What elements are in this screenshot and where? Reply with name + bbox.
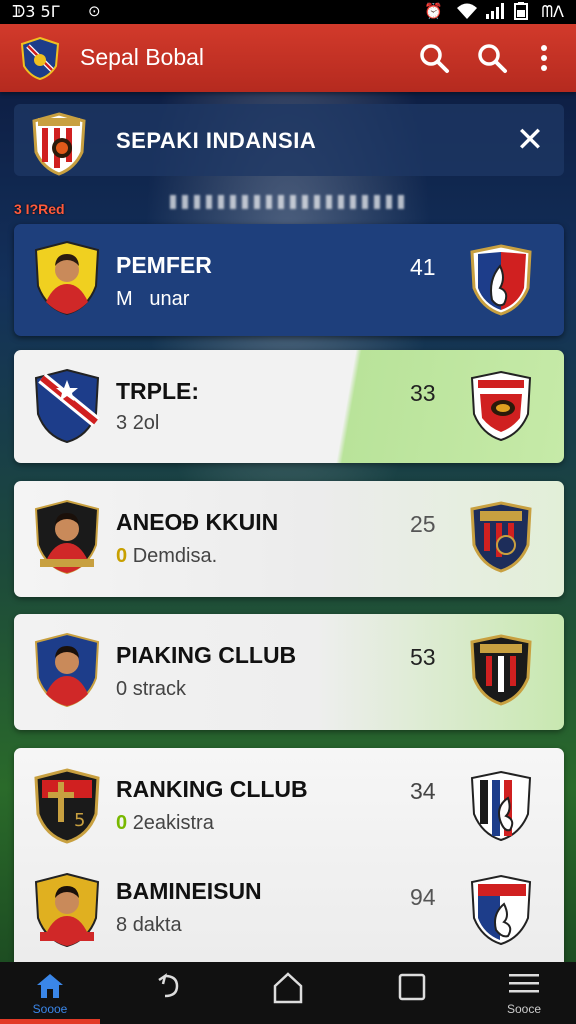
club-score: 33 [410,380,436,406]
player-avatar [34,632,100,708]
club-name: RANKING CLLUB [116,776,308,802]
nav-home-system[interactable] [258,972,318,1016]
club-crest-icon [470,244,532,316]
club-crest-icon [470,501,532,573]
home-icon [37,974,63,998]
club-subtitle: 0 Demdisa. [116,545,217,568]
menu-icon [509,974,539,993]
club-name: TRPLE: [116,378,200,404]
rank-prefix: 0 [116,678,128,700]
ranking-card[interactable]: TRPLE: 3 2ol 33 [14,350,564,463]
nav-menu-label: Sooce [506,1002,542,1016]
club-location: 2ol [132,412,160,434]
close-icon[interactable]: ✕ [510,120,550,160]
club-name: PIAKING CLLUB [116,642,297,668]
club-subtitle: 0 strack [116,678,186,701]
bottom-navigation: Soooe Sooce [0,962,576,1024]
app-logo-icon [20,36,60,80]
alarm-icon: ⏰ [424,3,443,20]
status-bar: ᗫ3 5Γ ⊙ ⏰ ᗰΛ [0,0,576,24]
ranking-card[interactable]: PEMFER M unar 41 [14,224,564,336]
player-avatar [34,240,100,316]
club-location: dakta [132,914,182,936]
club-crest-icon [470,770,532,842]
notification-icon: ⊙ [88,3,101,20]
club-crest-icon [470,634,532,706]
club-score: 41 [410,254,436,280]
club-subtitle: M unar [116,288,189,311]
active-tab-indicator [0,1019,100,1024]
club-badge-icon [34,368,100,444]
player-avatar [34,499,100,575]
rank-prefix: 3 [116,412,128,434]
nav-home-label: Soooe [32,1002,68,1016]
ranking-card[interactable]: ANEOÐ KKUIN 0 Demdisa. 25 [14,481,564,597]
search-icon[interactable] [474,40,510,76]
club-name: PEMFER [116,252,212,278]
club-crest-icon [470,874,532,946]
club-subtitle: 3 2ol [116,412,159,435]
home-outline-icon [273,972,303,1004]
club-location: strack [132,678,187,700]
back-icon [158,973,179,998]
club-score: 53 [410,644,436,670]
status-right-text: ᗰΛ [541,2,565,21]
rank-prefix: M [116,288,133,310]
club-score: 34 [410,778,436,804]
club-name: ANEOÐ KKUIN [116,509,279,535]
wifi-icon [456,2,478,24]
app-title: Sepal Bobal [80,44,205,70]
club-name: BAMINEISUN [116,878,262,904]
recents-icon [398,973,426,1001]
svg-text:5: 5 [74,810,85,831]
nav-menu[interactable]: Sooce [494,972,554,1016]
app-bar: Sepal Bobal [0,24,576,92]
club-crest-icon [470,370,532,442]
signal-icon [484,2,506,24]
league-banner[interactable]: SEPAKI INDANSIA ✕ [14,104,564,176]
banner-title: SEPAKI INDANSIA [116,128,317,153]
search-icon[interactable] [416,40,452,76]
battery-icon [514,2,528,24]
player-avatar [34,872,100,948]
club-badge-icon: 5 [34,768,100,844]
more-options-icon[interactable] [526,40,562,76]
club-location: 2eakistra [132,812,214,834]
club-subtitle: 0 2eakistra [116,812,214,835]
club-location: unar [138,288,190,310]
nav-back[interactable] [136,972,196,1016]
stadium-lights [170,195,410,209]
club-subtitle: 8 dakta [116,914,182,937]
rank-prefix: 8 [116,914,128,936]
club-location: Demdisa. [132,545,218,567]
ranking-card[interactable]: PIAKING CLLUB 0 strack 53 [14,614,564,730]
club-score: 94 [410,884,436,910]
status-time: ᗫ3 5Γ [12,2,60,21]
section-label: 3 I?Red [14,201,65,217]
rank-prefix: 0 [116,545,128,567]
club-score: 25 [410,511,436,537]
rank-prefix: 0 [116,812,128,834]
nav-home[interactable]: Soooe [20,972,80,1016]
ranking-card[interactable]: 5 RANKING CLLUB 0 2eakistra 34 BAMINEISU… [14,748,564,962]
nav-recents[interactable] [382,972,442,1016]
league-crest-icon [32,112,86,176]
